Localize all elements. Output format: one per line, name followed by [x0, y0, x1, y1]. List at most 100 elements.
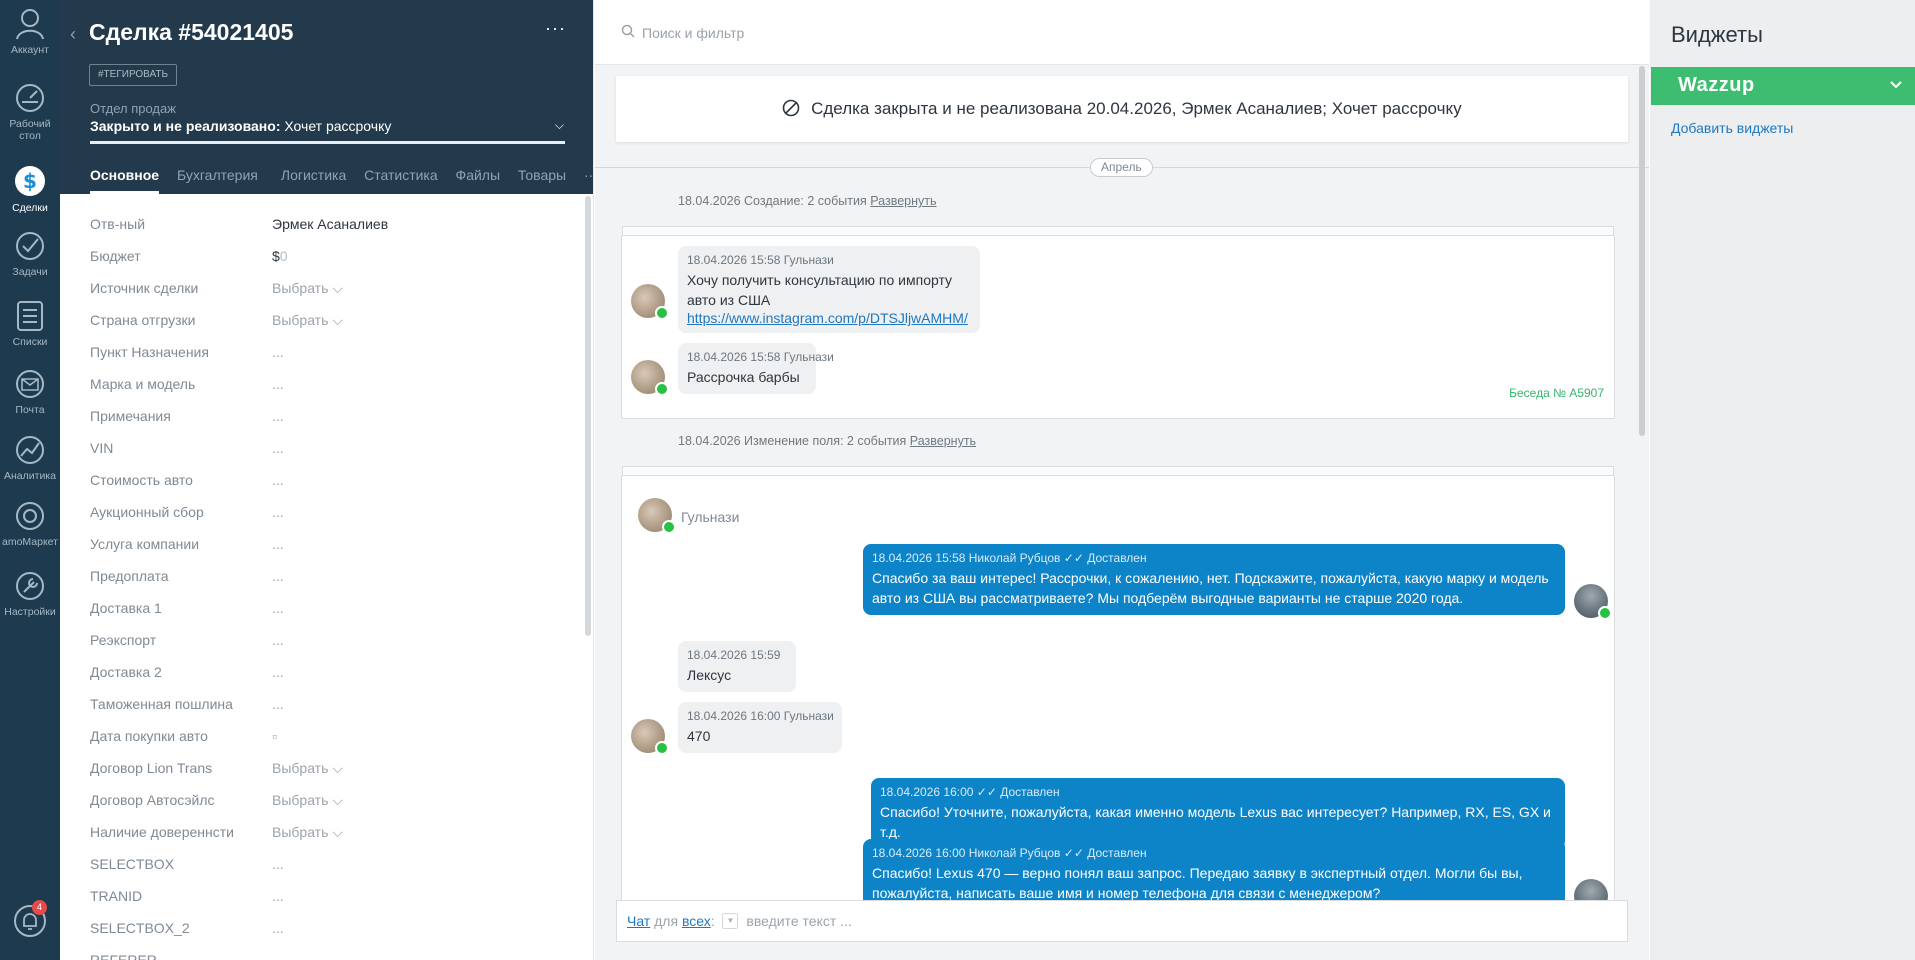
tab-logistics[interactable]: Логистика	[281, 164, 346, 194]
recipients-link[interactable]: всех	[682, 913, 711, 929]
tab-products[interactable]: Товары	[518, 164, 566, 194]
chat-sender-name: Гульнази	[681, 509, 740, 525]
expand-link[interactable]: Развернуть	[870, 194, 936, 208]
message-meta: 18.04.2026 16:00 ✓✓ Доставлен	[880, 785, 1556, 799]
field-value[interactable]: ...	[272, 690, 284, 718]
deal-panel: ‹ Сделка #54021405 ··· #ТЕГИРОВАТЬ Отдел…	[60, 0, 594, 960]
field-value[interactable]: ...	[272, 882, 284, 910]
wazzup-widget[interactable]: Wazzup	[1651, 67, 1915, 105]
deal-title[interactable]: Сделка #54021405	[89, 19, 293, 46]
field-label: Примечания	[90, 408, 171, 424]
field-label: Предоплата	[90, 568, 169, 584]
chat-type-link[interactable]: Чат	[627, 913, 650, 929]
field-value[interactable]: ...	[272, 402, 284, 430]
composer-for: для	[654, 913, 679, 929]
message-input[interactable]: введите текст ...	[746, 913, 851, 929]
nav-item-lists[interactable]: Списки	[0, 298, 60, 348]
field-value[interactable]: ...	[272, 338, 284, 366]
tab-files[interactable]: Файлы	[456, 164, 500, 194]
select-value[interactable]: Выбрать ⌵	[272, 754, 343, 782]
mail-icon	[16, 370, 44, 398]
field-label: Страна отгрузки	[90, 312, 196, 328]
nav-item-analytics[interactable]: Аналитика	[0, 434, 60, 482]
message-meta: 18.04.2026 15:59	[687, 648, 781, 662]
field-value[interactable]: ...	[272, 850, 284, 878]
message-meta: 18.04.2026 15:58 Гульнази	[687, 253, 834, 267]
field-country: Страна отгрузки Выбрать ⌵	[90, 306, 570, 338]
select-value[interactable]: Выбрать ⌵	[272, 818, 343, 846]
nav-item-deals[interactable]: $ Сделки	[0, 162, 60, 214]
nav-label: Почта	[15, 404, 45, 416]
field-power-of-attorney: Наличие довереннсти Выбрать ⌵	[90, 818, 570, 850]
search-input[interactable]: Поиск и фильтр	[642, 25, 744, 41]
pipeline-status-select[interactable]: Закрыто и не реализовано: Хочет рассрочк…	[90, 118, 565, 144]
field-value[interactable]: $0	[272, 242, 288, 270]
message-composer[interactable]: Чат для всех: ▼ введите текст ...	[616, 900, 1628, 942]
tag-button[interactable]: #ТЕГИРОВАТЬ	[89, 64, 178, 86]
nav-item-notifications[interactable]: 4	[0, 900, 60, 942]
chevron-down-icon[interactable]: ⌵	[555, 118, 564, 133]
tabs-more-icon[interactable]: ···	[584, 164, 593, 194]
nav-item-settings[interactable]: Настройки	[0, 570, 60, 618]
whatsapp-icon	[655, 741, 669, 755]
field-value[interactable]: ...	[272, 914, 284, 942]
deal-scrollbar[interactable]	[585, 196, 591, 636]
nav-label: Рабочий стол	[9, 118, 51, 142]
field-value[interactable]: ...	[272, 530, 284, 558]
tab-accounting[interactable]: Бухгалтерия	[177, 164, 263, 194]
field-notes: Примечания...	[90, 402, 570, 434]
tab-statistics[interactable]: Статистика	[364, 164, 438, 194]
nav-item-dashboard[interactable]: Рабочий стол	[0, 82, 60, 142]
chat-card: 18.04.2026 15:58 Гульнази Хочу получить …	[621, 235, 1615, 419]
field-value[interactable]: ...	[272, 946, 284, 960]
expand-link[interactable]: Развернуть	[910, 434, 976, 448]
account-icon	[16, 9, 44, 40]
field-value[interactable]: Эрмек Асаналиев	[272, 210, 388, 238]
field-value[interactable]: ...	[272, 562, 284, 590]
whatsapp-icon	[662, 520, 676, 534]
field-label: Марка и модель	[90, 376, 196, 392]
back-chevron-icon[interactable]: ‹	[70, 24, 76, 45]
nav-item-tasks[interactable]: Задачи	[0, 230, 60, 278]
nav-item-account[interactable]: Аккаунт	[0, 6, 60, 56]
add-widgets-link[interactable]: Добавить виджеты	[1671, 120, 1793, 136]
field-value[interactable]: ...	[272, 370, 284, 398]
tab-main[interactable]: Основное	[90, 164, 160, 194]
delivery-status: Доставлен	[1087, 846, 1147, 860]
delivery-status: Доставлен	[1087, 551, 1147, 565]
field-lion-trans: Договор Lion Trans Выбрать ⌵	[90, 754, 570, 786]
field-value[interactable]: ...	[272, 498, 284, 526]
field-prepayment: Предоплата...	[90, 562, 570, 594]
field-car-price: Стоимость авто...	[90, 466, 570, 498]
field-value[interactable]: ...	[272, 434, 284, 462]
chevron-down-icon[interactable]	[1889, 77, 1903, 91]
calendar-icon[interactable]: ▫	[272, 722, 277, 750]
whatsapp-icon	[655, 306, 669, 320]
search-bar[interactable]: Поиск и фильтр	[595, 0, 1649, 65]
field-tranid: TRANID...	[90, 882, 570, 914]
whatsapp-icon	[1598, 606, 1612, 620]
chevron-down-icon[interactable]: ▼	[722, 913, 739, 930]
feed-scrollbar[interactable]	[1639, 66, 1645, 436]
conversation-id[interactable]: Беседа № A5907	[1509, 386, 1604, 400]
field-auction-fee: Аукционный сбор...	[90, 498, 570, 530]
nav-label: Сделки	[12, 202, 48, 214]
field-label: Наличие довереннсти	[90, 824, 234, 840]
nav-label: Настройки	[4, 606, 56, 618]
field-value[interactable]: ...	[272, 466, 284, 494]
more-menu-icon[interactable]: ···	[545, 18, 566, 39]
nav-item-market[interactable]: amoМаркет	[0, 500, 60, 548]
nav-item-mail[interactable]: Почта	[0, 368, 60, 416]
field-value[interactable]: ...	[272, 594, 284, 622]
field-value[interactable]: ...	[272, 626, 284, 654]
select-value[interactable]: Выбрать ⌵	[272, 274, 343, 302]
field-referer: REFERER...	[90, 946, 570, 960]
tasks-icon	[16, 232, 44, 260]
select-value[interactable]: Выбрать ⌵	[272, 786, 343, 814]
field-value[interactable]: ...	[272, 658, 284, 686]
budget-amount: 0	[279, 248, 288, 264]
select-value[interactable]: Выбрать ⌵	[272, 306, 343, 334]
main-nav: Аккаунт Рабочий стол $ Сделки Задачи Спис…	[0, 0, 60, 960]
message-link[interactable]: https://www.instagram.com/p/DTSJljwAMHM/	[687, 310, 968, 326]
nav-label: amoМаркет	[2, 536, 58, 548]
